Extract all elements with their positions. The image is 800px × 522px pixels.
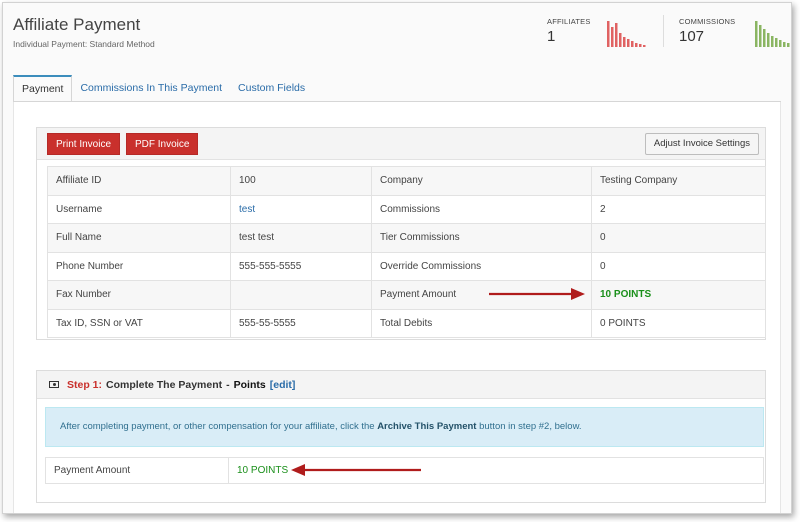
page-header: Affiliate Payment Individual Payment: St… [13,15,155,49]
cell-value: test test [230,223,372,253]
cell-label: Payment Amount [45,457,229,484]
payment-info-toolbar: Print Invoice PDF Invoice Adjust Invoice… [37,128,765,160]
cell-label: Username [47,194,231,224]
cell-label: Affiliate ID [47,166,231,196]
stat-commissions: COMMISSIONS 107 [679,17,735,45]
cell-value: Testing Company [591,166,766,196]
cell-label: Commissions [371,194,592,224]
cell-value: 0 POINTS [591,308,766,338]
payment-amount-text: 10 POINTS [600,289,652,301]
step-1-panel: Step 1: Complete The Payment - Points [e… [36,370,766,503]
table-row: Affiliate ID 100 Company Testing Company [47,166,766,196]
cell-label: Total Debits [371,308,592,338]
callout-text-after: button in step #2, below. [476,421,582,432]
callout-text-before: After completing payment, or other compe… [60,421,378,432]
edit-link[interactable]: [edit] [270,379,296,391]
stat-affiliates-value: 1 [547,28,556,45]
cell-label: Tier Commissions [371,223,592,253]
tab-payment[interactable]: Payment [13,75,73,102]
arrow-right-icon [489,288,585,300]
step-payment-type: Points [233,378,266,391]
adjust-invoice-settings-button[interactable]: Adjust Invoice Settings [644,133,759,155]
stat-affiliates: AFFILIATES 1 [547,17,591,45]
tab-commissions[interactable]: Commissions In This Payment [72,75,230,102]
table-row: Username test Commissions 2 [47,194,766,224]
username-link: test [230,194,372,224]
username-link-text[interactable]: test [239,204,255,215]
pdf-invoice-button[interactable]: PDF Invoice [126,133,199,155]
cell-label: Phone Number [47,251,231,281]
page-frame: Affiliate Payment Individual Payment: St… [2,2,792,514]
step-1-header: Step 1: Complete The Payment - Points [e… [37,371,765,399]
table-row: Full Name test test Tier Commissions 0 [47,223,766,253]
tab-custom-fields[interactable]: Custom Fields [230,75,313,102]
tab-content: Print Invoice PDF Invoice Adjust Invoice… [13,102,781,513]
stat-commissions-label: COMMISSIONS [679,17,736,26]
cell-value: 2 [591,194,766,224]
page-subtitle: Individual Payment: Standard Method [13,39,155,49]
commissions-sparkline-icon [755,21,790,47]
table-row: Tax ID, SSN or VAT 555-55-5555 Total Deb… [47,308,766,338]
table-row: Fax Number Payment Amount 10 POINTS [47,280,766,310]
arrow-left-icon [291,464,421,476]
cell-label: Full Name [47,223,231,253]
affiliate-info-table: Affiliate ID 100 Company Testing Company… [47,166,766,338]
cell-value: 0 [591,251,766,281]
step-number: Step 1: [67,378,103,391]
payment-info-panel: Print Invoice PDF Invoice Adjust Invoice… [36,127,766,340]
step-title: Complete The Payment [106,378,223,391]
cell-label: Override Commissions [371,251,592,281]
cell-label: Company [371,166,592,196]
stat-affiliates-label: AFFILIATES [547,17,591,26]
cell-value: 555-55-5555 [230,308,372,338]
tab-bar: Payment Commissions In This Payment Cust… [13,75,313,102]
payment-amount-points: 10 POINTS [237,465,289,476]
page-title: Affiliate Payment [13,15,141,34]
print-invoice-button[interactable]: Print Invoice [47,133,121,155]
callout-text-bold: Archive This Payment [377,421,477,432]
cell-value: 100 [230,166,372,196]
cell-value: 0 [591,223,766,253]
stat-divider [663,15,664,47]
cell-value [230,280,372,310]
cell-label: Tax ID, SSN or VAT [47,308,231,338]
payment-amount-value: 10 POINTS [591,280,766,310]
money-icon [49,381,59,388]
stat-commissions-value: 107 [679,28,705,45]
cell-label: Fax Number [47,280,231,310]
affiliates-sparkline-icon [607,21,646,47]
table-row: Phone Number 555-555-5555 Override Commi… [47,251,766,281]
step-separator: - [226,378,230,391]
cell-value: 555-555-5555 [230,251,372,281]
info-callout: After completing payment, or other compe… [45,407,764,447]
